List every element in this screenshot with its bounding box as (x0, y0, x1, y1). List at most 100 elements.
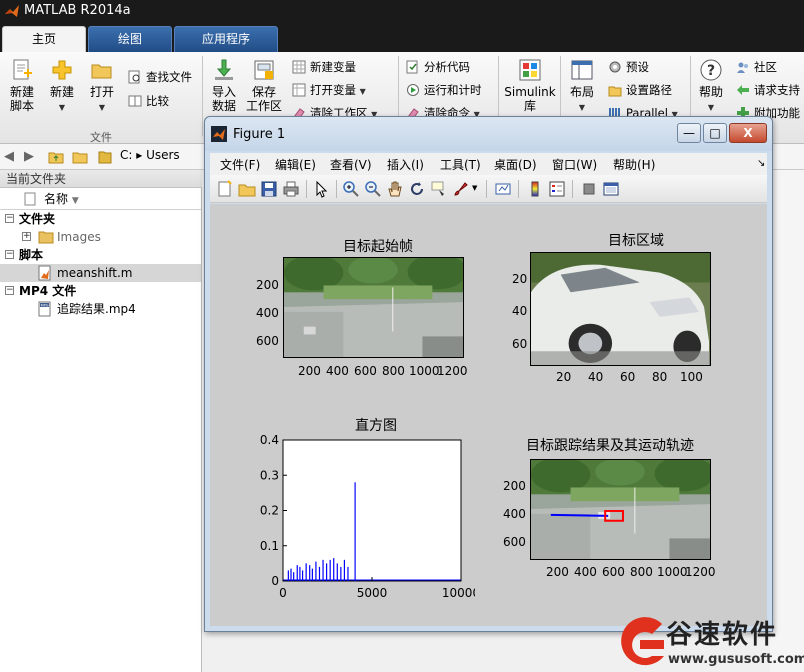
request-support-button[interactable]: 请求支持 (736, 81, 800, 99)
y-tick: 60 (512, 337, 528, 351)
collapse-icon[interactable]: − (5, 214, 14, 223)
brush-icon[interactable] (452, 180, 470, 198)
find-files-button[interactable]: 查找文件 (128, 68, 192, 86)
layout-button[interactable]: 布局 ▼ (566, 58, 598, 115)
menu-insert[interactable]: 插入(I) (387, 156, 424, 173)
list-item[interactable]: + Images (0, 228, 201, 246)
collapse-icon[interactable]: − (5, 250, 14, 259)
new-button[interactable]: 新建 ▼ (46, 58, 78, 115)
analyze-code-button[interactable]: 分析代码 (406, 58, 470, 76)
import-data-label: 导入 数据 (211, 85, 236, 113)
y-tick: 400 (256, 306, 279, 320)
minimize-button[interactable]: — (677, 123, 701, 143)
run-and-time-button[interactable]: 运行和计时 (406, 81, 482, 99)
rotate-3d-icon[interactable] (408, 180, 426, 198)
show-plot-tools-icon[interactable] (602, 180, 620, 198)
histogram-chart: 0.4 0.3 0.2 0.1 00 5000 10000 (260, 433, 475, 600)
menu-help[interactable]: 帮助(H) (613, 156, 655, 173)
chevron-down-icon: ▼ (98, 103, 106, 112)
help-button[interactable]: ? 帮助 ▼ (696, 58, 726, 115)
menu-view[interactable]: 查看(V) (330, 156, 372, 173)
figure-menu-bar: 文件(F) 编辑(E) 查看(V) 插入(I) 工具(T) 桌面(D) 窗口(W… (210, 153, 767, 175)
menu-edit[interactable]: 编辑(E) (275, 156, 316, 173)
y-tick-label: 0.1 (260, 539, 279, 553)
tab-home[interactable]: 主页 (2, 26, 86, 52)
ribbon-tab-bar: 主页 绘图 应用程序 (0, 22, 804, 52)
pointer-icon[interactable] (312, 180, 330, 198)
menu-window[interactable]: 窗口(W) (552, 156, 597, 173)
menu-desktop[interactable]: 桌面(D) (494, 156, 537, 173)
data-cursor-icon[interactable] (430, 180, 448, 198)
figure-window[interactable]: Figure 1 — □ X 文件(F) 编辑(E) 查看(V) 插入(I) 工… (204, 116, 773, 632)
file-group-label: 文件 (90, 131, 112, 144)
link-plot-icon[interactable] (494, 180, 512, 198)
chevron-down-icon: ▼ (707, 103, 715, 112)
maximize-button[interactable]: □ (703, 123, 727, 143)
simulink-library-button[interactable]: Simulink 库 (504, 58, 556, 113)
x-tick: 600 (354, 364, 377, 378)
hide-plot-tools-icon[interactable] (580, 180, 598, 198)
x-tick: 200 (298, 364, 321, 378)
matlab-logo-icon (211, 126, 227, 142)
pan-icon[interactable] (386, 180, 404, 198)
list-item[interactable]: meanshift.m (0, 264, 201, 282)
ribbon-separator (202, 56, 203, 136)
zoom-in-icon[interactable] (342, 180, 360, 198)
tab-plots[interactable]: 绘图 (88, 26, 172, 52)
open-variable-button[interactable]: 打开变量 ▼ (292, 81, 366, 99)
print-icon[interactable] (282, 180, 300, 198)
video-file-icon: MPG (38, 301, 51, 317)
compare-button[interactable]: 比较 (128, 92, 169, 110)
file-icon (24, 192, 36, 206)
preferences-label: 预设 (626, 60, 649, 74)
open-button[interactable]: 打开 ▼ (86, 58, 118, 115)
figure-toolbar: ▼ (210, 175, 767, 203)
open-file-icon[interactable] (238, 180, 256, 198)
new-script-button[interactable]: 新建 脚本 (6, 58, 38, 113)
set-path-icon (608, 86, 622, 97)
matlab-logo-icon (5, 5, 19, 17)
section-scripts[interactable]: − 脚本 (0, 246, 201, 264)
section-folders[interactable]: − 文件夹 (0, 210, 201, 228)
legend-icon[interactable] (548, 180, 566, 198)
expand-icon[interactable]: + (22, 232, 31, 241)
x-tick: 200 (546, 565, 569, 579)
community-button[interactable]: 社区 (736, 58, 777, 76)
zoom-out-icon[interactable] (364, 180, 382, 198)
save-icon[interactable] (260, 180, 278, 198)
dock-arrow-icon[interactable]: ↘ (757, 158, 765, 169)
car-image (531, 253, 710, 365)
new-variable-button[interactable]: 新建变量 (292, 58, 356, 76)
column-header-name[interactable]: 名称 ▼ (0, 188, 201, 210)
browse-folder-icon[interactable] (72, 149, 88, 165)
figure-title-bar[interactable]: Figure 1 — □ X (205, 117, 772, 151)
open-variable-label: 打开变量 (310, 83, 356, 97)
forward-icon[interactable]: ▶ (24, 149, 34, 164)
collapse-icon[interactable]: − (5, 286, 14, 295)
back-icon[interactable]: ◀ (4, 149, 14, 164)
current-path[interactable]: C: ▸ Users (120, 148, 180, 162)
chevron-down-icon[interactable]: ▼ (472, 184, 477, 192)
new-figure-icon[interactable] (216, 180, 234, 198)
y-tick: 40 (512, 304, 528, 318)
column-name-label: 名称 (44, 192, 69, 206)
y-tick: 400 (503, 507, 526, 521)
close-button[interactable]: X (729, 123, 767, 143)
up-folder-icon[interactable] (48, 149, 64, 165)
preferences-button[interactable]: 预设 (608, 58, 649, 76)
community-icon (737, 62, 748, 73)
colorbar-icon[interactable] (526, 180, 544, 198)
menu-file[interactable]: 文件(F) (220, 156, 260, 173)
set-path-label: 设置路径 (626, 83, 672, 97)
x-tick: 80 (652, 370, 668, 384)
list-item[interactable]: MPG 追踪结果.mp4 (0, 300, 201, 318)
save-workspace-icon (254, 60, 274, 80)
set-path-button[interactable]: 设置路径 (608, 81, 672, 99)
item-label: meanshift.m (57, 266, 133, 280)
section-mp4-files[interactable]: − MP4 文件 (0, 282, 201, 300)
figure-canvas[interactable]: 目标起始帧 200 400 600 200 400 600 800 1000 1… (210, 204, 767, 626)
import-data-button[interactable]: 导入 数据 (208, 58, 240, 113)
save-workspace-button[interactable]: 保存 工作区 (246, 58, 282, 113)
tab-apps[interactable]: 应用程序 (174, 26, 278, 52)
menu-tools[interactable]: 工具(T) (440, 156, 481, 173)
